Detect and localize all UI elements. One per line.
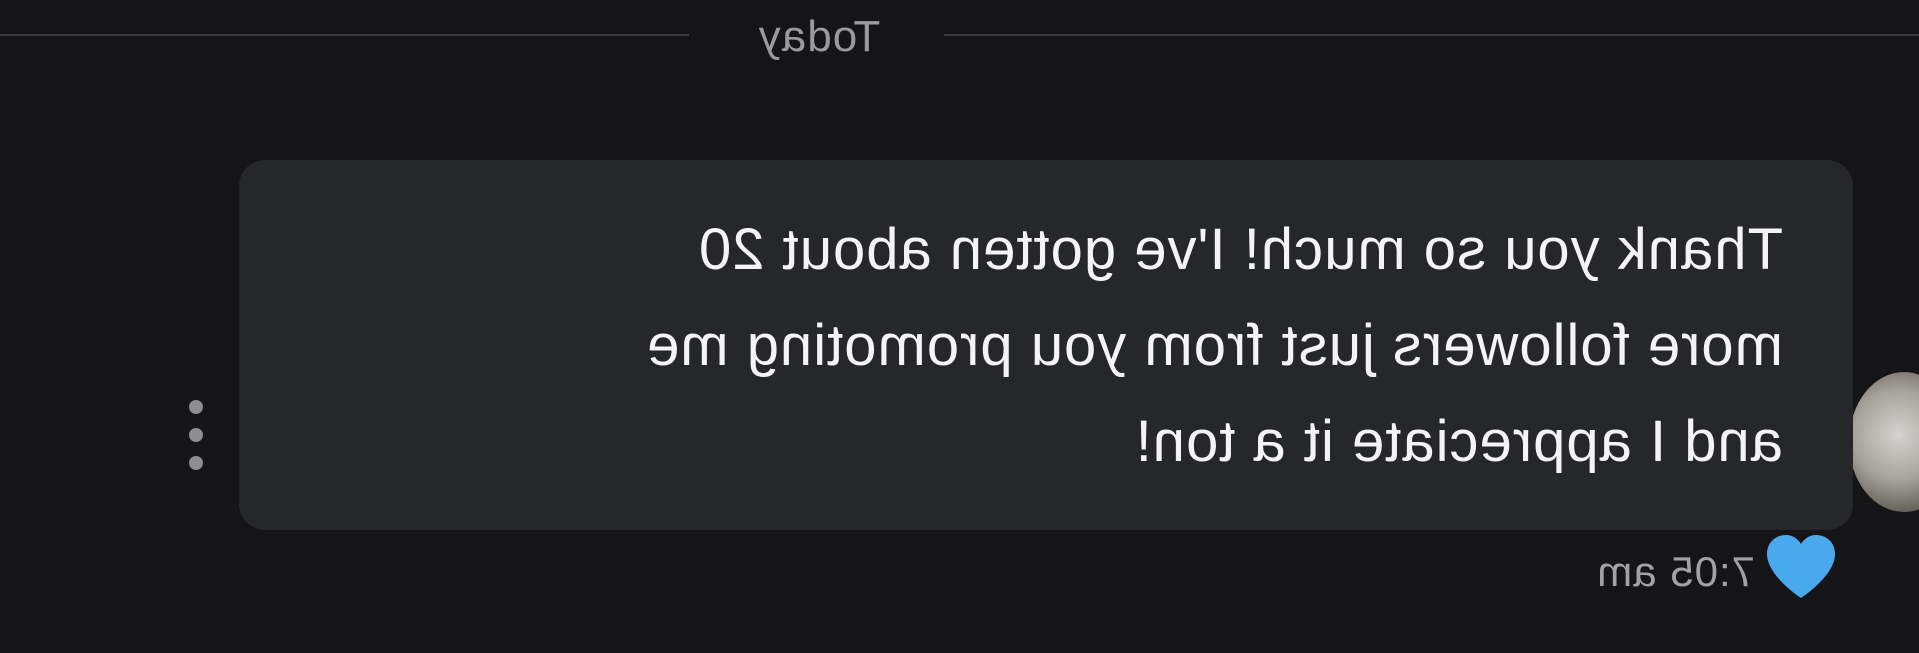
divider-line-left xyxy=(944,34,1919,36)
message-timestamp: 7:05 am xyxy=(1596,548,1755,595)
date-divider: Today xyxy=(0,8,1919,64)
heart-icon[interactable] xyxy=(1763,532,1839,602)
message-text: Thank you so much! I've gotten about 20 … xyxy=(646,217,1783,474)
chat-screen: Today Thank you so much! I've gotten abo… xyxy=(0,0,1919,653)
more-dot xyxy=(189,400,203,414)
more-dot xyxy=(189,456,203,470)
mirrored-view: Today Thank you so much! I've gotten abo… xyxy=(0,0,1919,653)
more-dot xyxy=(189,428,203,442)
avatar[interactable] xyxy=(1849,372,1919,512)
divider-line-right xyxy=(0,34,689,36)
message-bubble[interactable]: Thank you so much! I've gotten about 20 … xyxy=(239,160,1853,530)
more-options-icon[interactable] xyxy=(181,400,211,470)
date-divider-label: Today xyxy=(757,12,881,61)
